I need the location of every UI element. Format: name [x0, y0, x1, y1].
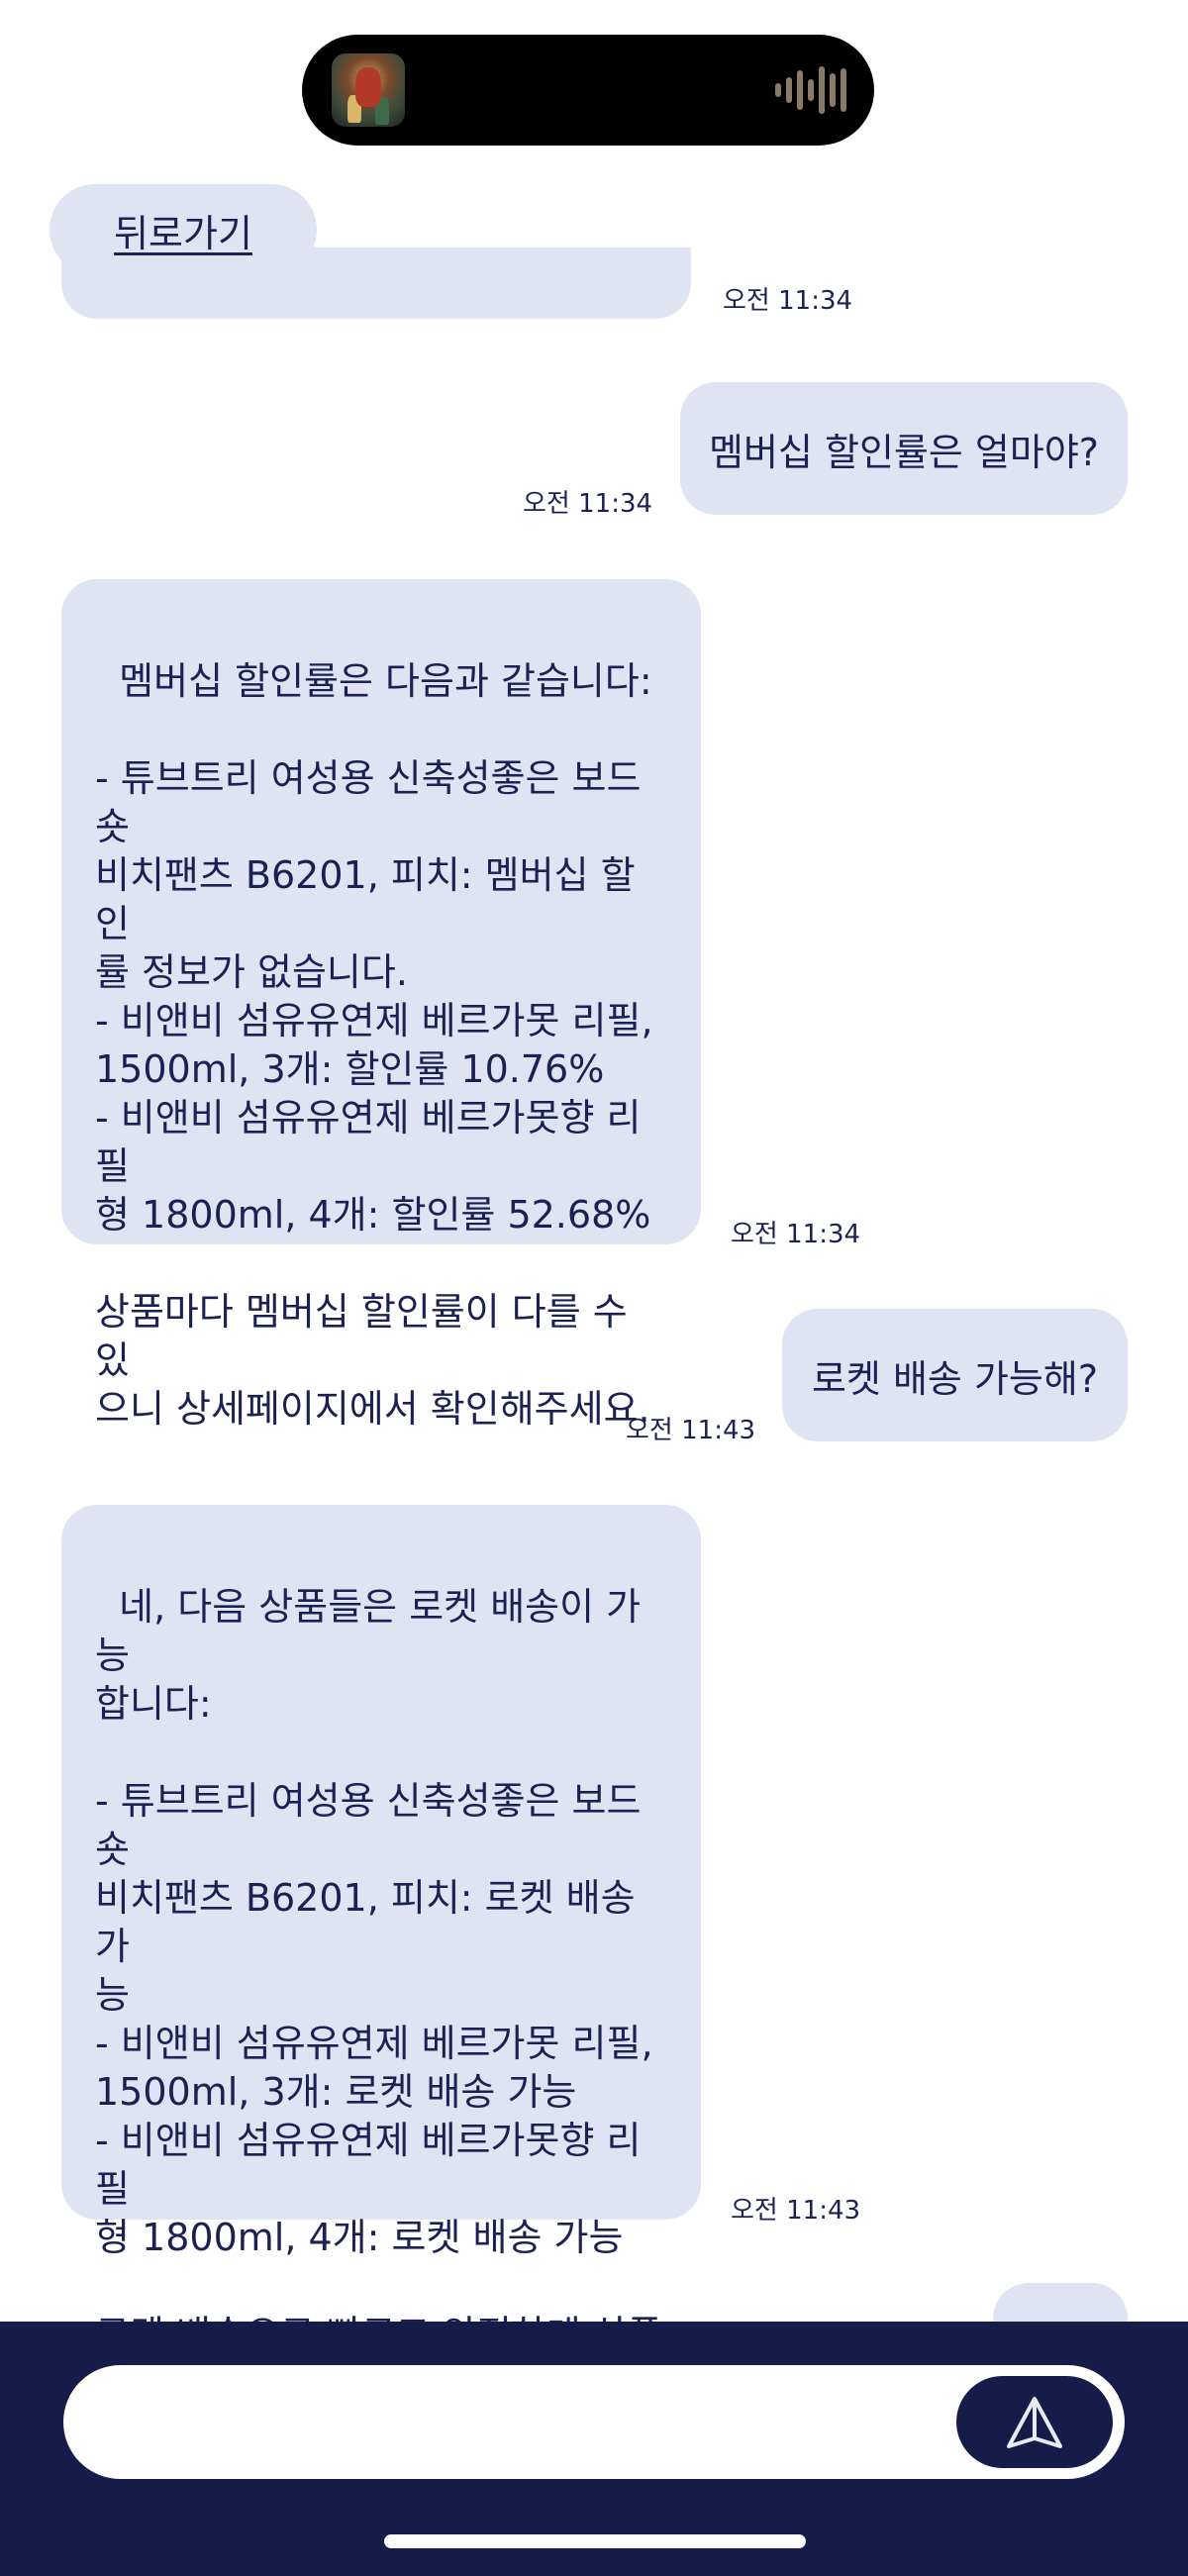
home-indicator [384, 2534, 806, 2548]
message-input-container [63, 2365, 1125, 2479]
message-text: 멤버십 할인률은 다음과 같습니다: - 튜브트리 여성용 신축성좋은 보드숏 … [95, 659, 653, 1431]
message-time: 오전 11:43 [626, 1416, 756, 1445]
message-text: 멤버십 할인률은 얼마야? [709, 430, 1099, 474]
audio-waveform-icon [775, 64, 846, 116]
back-button[interactable]: 뒤로가기 [50, 184, 317, 275]
message-time: 오전 11:34 [731, 1220, 861, 1249]
dynamic-island [302, 35, 874, 146]
message-text: 로켓 배송 가능해? [811, 1356, 1099, 1401]
message-time: 오전 11:34 [723, 287, 853, 315]
message-text: 네, 다음 상품들은 로켓 배송이 가능 합니다: - 튜브트리 여성용 신축성… [95, 1585, 662, 2405]
user-message-bubble: 멤버십 할인률은 얼마야? [680, 382, 1128, 515]
user-message-bubble: 로켓 배송 가능해? [782, 1309, 1128, 1441]
bot-message-bubble: 네, 다음 상품들은 로켓 배송이 가능 합니다: - 튜브트리 여성용 신축성… [61, 1505, 701, 2405]
message-time: 오전 11:34 [523, 489, 653, 519]
bot-message-bubble: 멤버십 할인률은 다음과 같습니다: - 튜브트리 여성용 신축성좋은 보드숏 … [61, 579, 701, 1431]
send-triangle-icon [1007, 2396, 1062, 2448]
message-input[interactable] [103, 2385, 978, 2461]
album-art-thumbnail[interactable] [332, 53, 405, 127]
send-button[interactable] [956, 2376, 1113, 2468]
message-time: 오전 11:43 [731, 2196, 861, 2226]
